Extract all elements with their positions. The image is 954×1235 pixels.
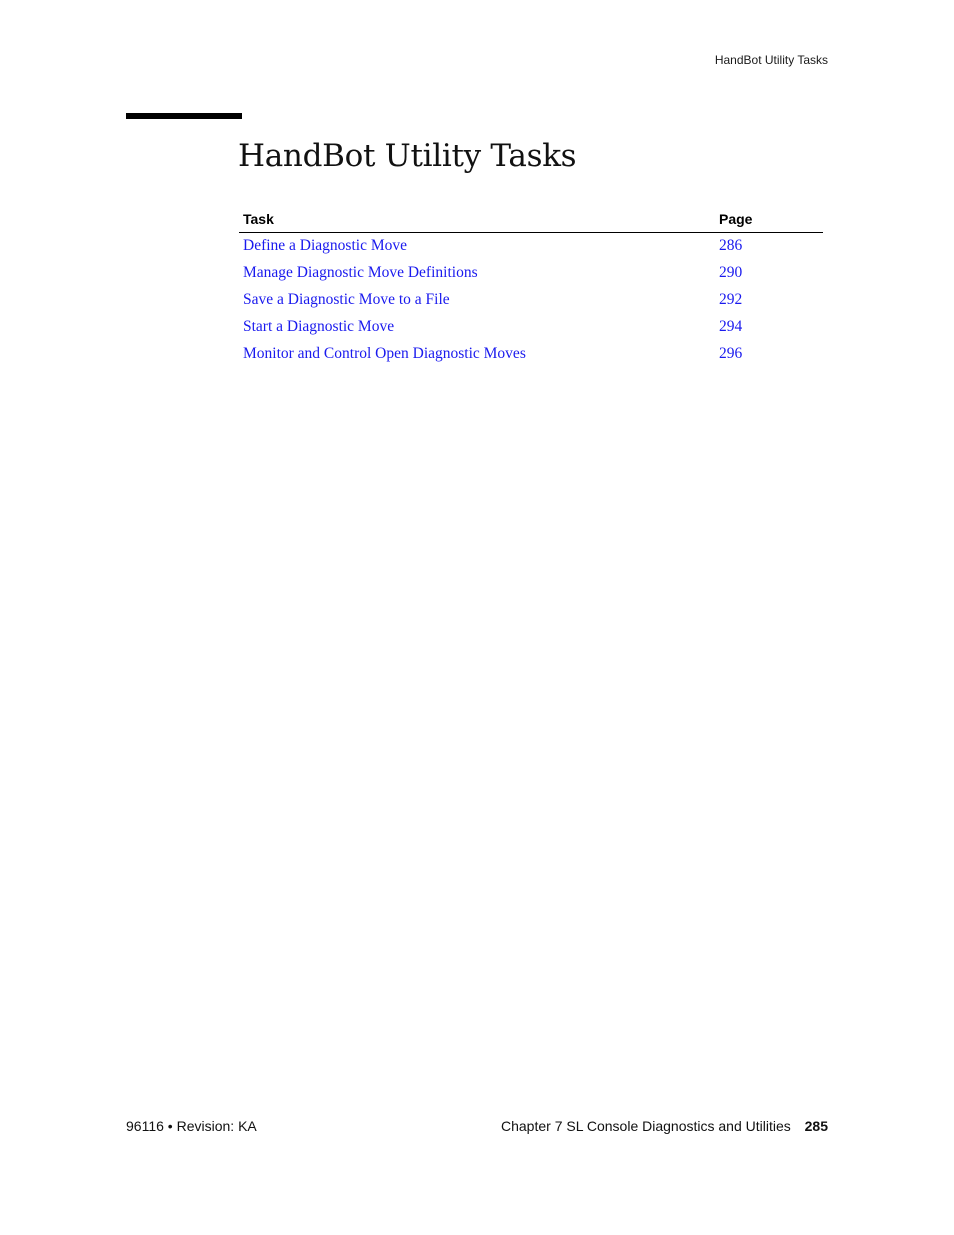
page-number: 285 [804, 1118, 828, 1134]
page-link[interactable]: 296 [719, 345, 742, 362]
table-header-row: Task Page [239, 206, 823, 233]
page-title: HandBot Utility Tasks [238, 138, 577, 174]
bullet-separator: • [167, 1118, 173, 1134]
table-row: Define a Diagnostic Move 286 [239, 233, 823, 261]
chapter-title: Chapter 7 SL Console Diagnostics and Uti… [501, 1118, 791, 1134]
table-row: Start a Diagnostic Move 294 [239, 314, 823, 341]
running-header: HandBot Utility Tasks [714, 53, 828, 67]
chapter-rule-bar [126, 113, 242, 119]
table-row: Monitor and Control Open Diagnostic Move… [239, 341, 823, 368]
task-link[interactable]: Manage Diagnostic Move Definitions [243, 264, 478, 281]
task-link[interactable]: Define a Diagnostic Move [243, 237, 407, 254]
task-link[interactable]: Start a Diagnostic Move [243, 318, 394, 335]
page-link[interactable]: 292 [719, 291, 742, 308]
footer-doc-info: 96116 • Revision: KA [126, 1118, 257, 1134]
doc-id: 96116 [126, 1118, 164, 1134]
table-row: Manage Diagnostic Move Definitions 290 [239, 260, 823, 287]
task-link[interactable]: Monitor and Control Open Diagnostic Move… [243, 345, 526, 362]
page-link[interactable]: 290 [719, 264, 742, 281]
task-table: Task Page Define a Diagnostic Move 286 M… [239, 206, 823, 368]
column-header-page: Page [715, 206, 823, 233]
revision: Revision: KA [176, 1118, 257, 1134]
footer-chapter-info: Chapter 7 SL Console Diagnostics and Uti… [501, 1118, 828, 1134]
table-row: Save a Diagnostic Move to a File 292 [239, 287, 823, 314]
page-link[interactable]: 294 [719, 318, 742, 335]
column-header-task: Task [239, 206, 715, 233]
page-link[interactable]: 286 [719, 237, 742, 254]
task-link[interactable]: Save a Diagnostic Move to a File [243, 291, 450, 308]
